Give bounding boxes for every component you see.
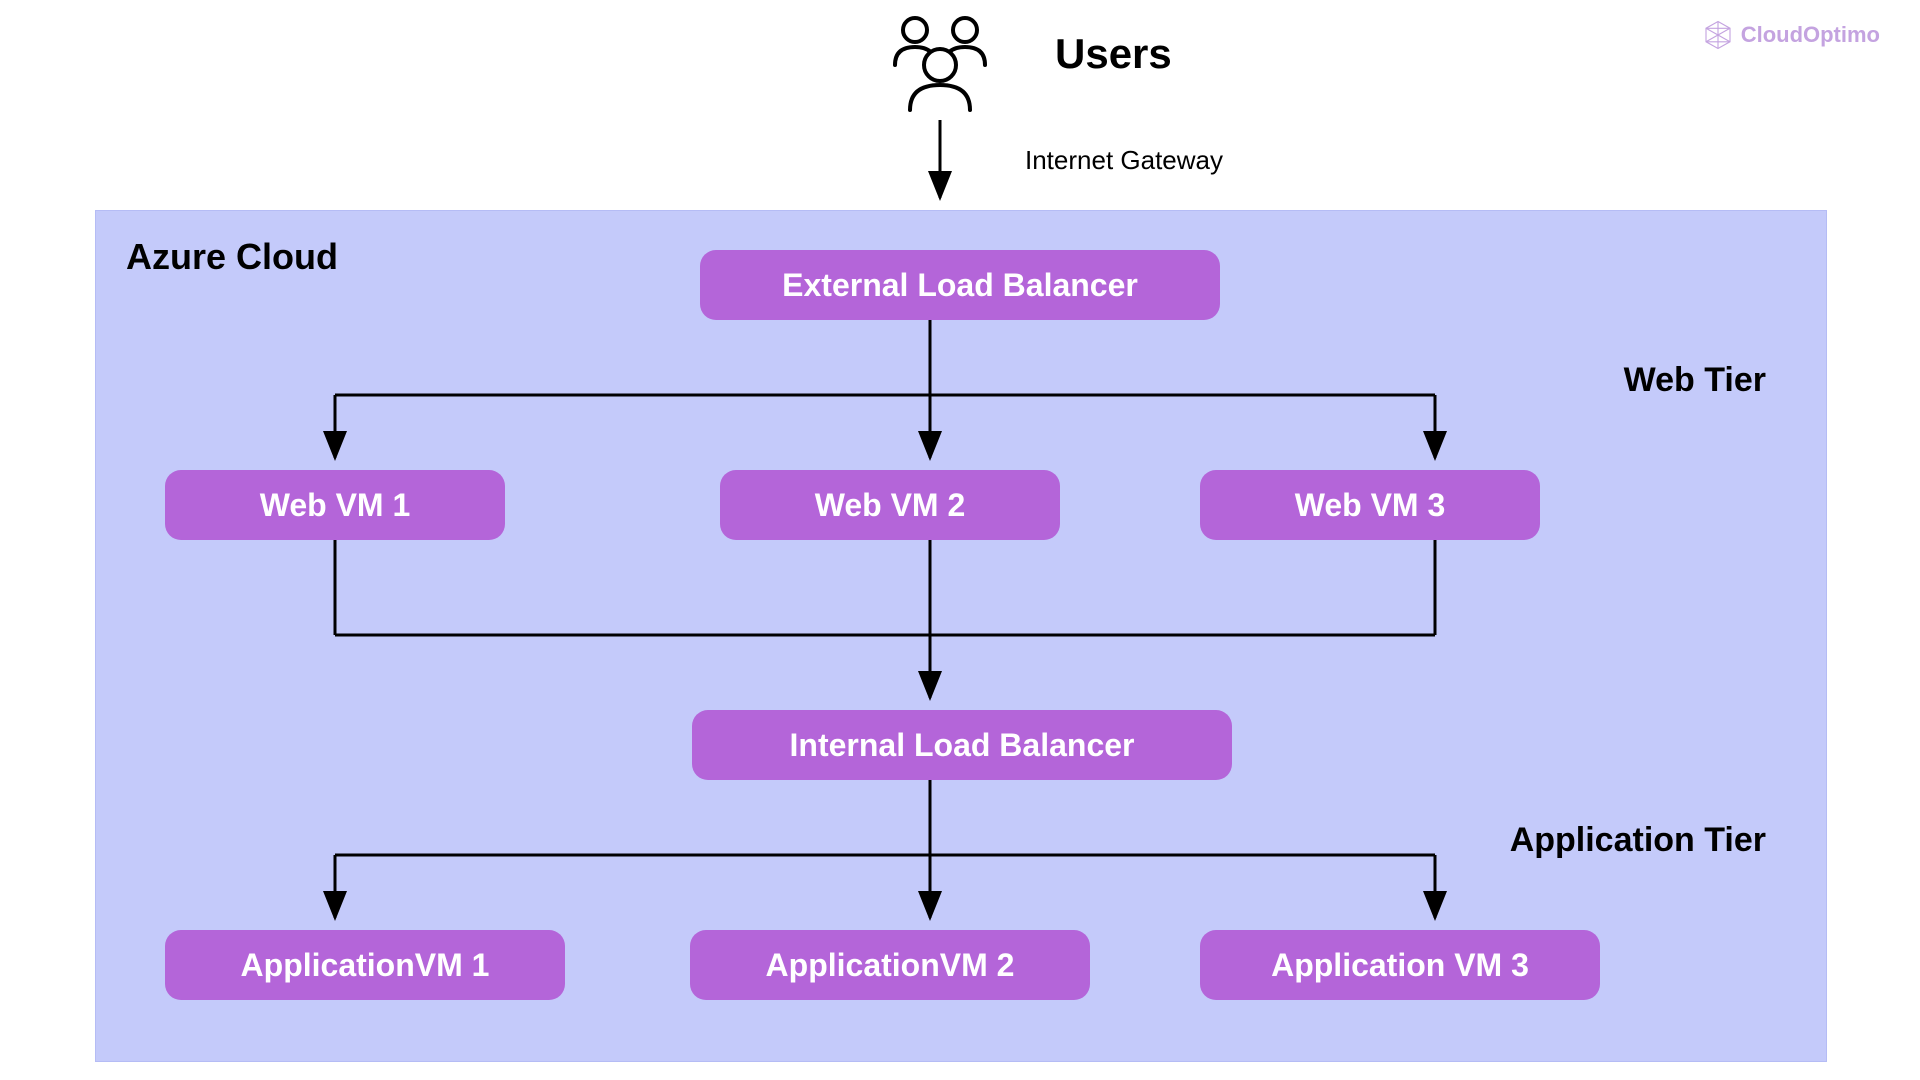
users-icon [880,10,1000,120]
external-load-balancer-node: External Load Balancer [700,250,1220,320]
app-vm-1-node: ApplicationVM 1 [165,930,565,1000]
node-label: Web VM 3 [1295,487,1446,524]
node-label: External Load Balancer [782,267,1138,304]
app-tier-label: Application Tier [1510,821,1766,860]
node-label: ApplicationVM 2 [766,947,1015,984]
web-vm-1-node: Web VM 1 [165,470,505,540]
node-label: Application VM 3 [1271,947,1529,984]
web-vm-3-node: Web VM 3 [1200,470,1540,540]
app-vm-2-node: ApplicationVM 2 [690,930,1090,1000]
node-label: ApplicationVM 1 [241,947,490,984]
web-vm-2-node: Web VM 2 [720,470,1060,540]
cloud-title: Azure Cloud [126,236,338,278]
brand-text: CloudOptimo [1741,22,1880,48]
users-label: Users [1055,30,1172,78]
node-label: Web VM 1 [260,487,411,524]
internal-load-balancer-node: Internal Load Balancer [692,710,1232,780]
app-vm-3-node: Application VM 3 [1200,930,1600,1000]
brand-icon [1703,20,1733,50]
node-label: Web VM 2 [815,487,966,524]
gateway-label: Internet Gateway [1025,145,1223,176]
web-tier-label: Web Tier [1624,361,1766,400]
node-label: Internal Load Balancer [790,727,1135,764]
brand-logo: CloudOptimo [1703,20,1880,50]
